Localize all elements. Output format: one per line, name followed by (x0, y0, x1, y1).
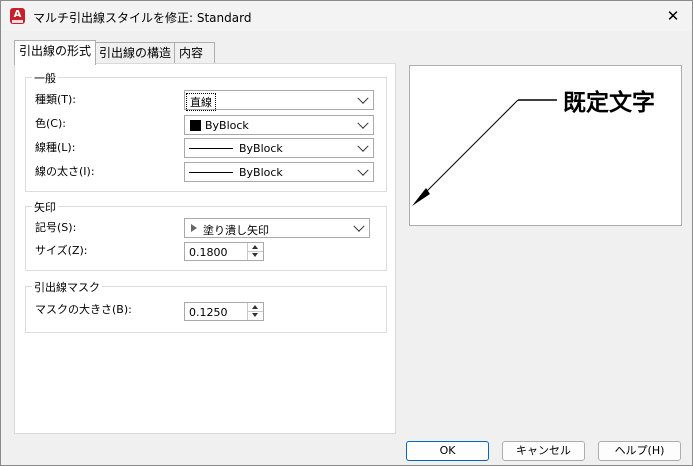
close-icon[interactable]: ✕ (660, 4, 686, 28)
app-icon-letter: A (13, 9, 22, 20)
arrow-size-label: サイズ(Z): (35, 244, 88, 257)
type-label: 種類(T): (35, 93, 77, 106)
spin-up-icon[interactable] (248, 243, 263, 252)
line-sample (189, 172, 233, 173)
chevron-down-icon (357, 117, 369, 129)
dialog-window: A マルチ引出線スタイルを修正: Standard ✕ 引出線の形式 引出線の構… (0, 0, 693, 466)
chevron-down-icon (353, 220, 365, 232)
spin-up-icon[interactable] (248, 303, 263, 312)
arrow-size-value: 0.1800 (189, 246, 228, 259)
preview-drawing: 既定文字 (412, 89, 655, 206)
window-title: マルチ引出線スタイルを修正: Standard (33, 11, 252, 25)
preview-panel: 既定文字 (409, 65, 682, 226)
lineweight-value: ByBlock (239, 166, 283, 179)
arrow-symbol-label: 記号(S): (35, 221, 77, 234)
lineweight-label: 線の太さ(I): (35, 165, 95, 178)
tab-leader-structure[interactable]: 引出線の構造 (94, 42, 177, 64)
title-bar: A マルチ引出線スタイルを修正: Standard ✕ (1, 1, 692, 31)
line-sample (189, 148, 233, 149)
leader-break-group-title: 引出線マスク (32, 279, 102, 295)
linetype-combobox[interactable]: ByBlock (184, 138, 374, 158)
tab-leader-format[interactable]: 引出線の形式 (14, 40, 97, 65)
break-size-value: 0.1250 (189, 306, 228, 319)
arrow-symbol-combobox[interactable]: 塗り潰し矢印 (184, 218, 370, 238)
color-value: ByBlock (205, 119, 249, 132)
ok-button[interactable]: OK (406, 441, 489, 461)
chevron-down-icon (357, 92, 369, 104)
type-value: 直線 (186, 93, 216, 111)
arrowhead-group-title: 矢印 (32, 199, 58, 215)
type-combobox[interactable]: 直線 (184, 90, 374, 111)
chevron-down-icon (357, 164, 369, 176)
general-group: 一般 種類(T): 直線 色(C): ByBlock 線種(L): ByBloc… (25, 70, 387, 192)
arrow-size-spinner[interactable]: 0.1800 (184, 242, 264, 261)
break-size-spinner[interactable]: 0.1250 (184, 302, 264, 321)
arrow-triangle-icon (191, 224, 197, 232)
chevron-down-icon (357, 140, 369, 152)
spin-down-icon[interactable] (248, 312, 263, 320)
spin-down-icon[interactable] (248, 252, 263, 260)
spinner-buttons (247, 303, 263, 320)
linetype-value: ByBlock (239, 142, 283, 155)
tab-panel: 一般 種類(T): 直線 色(C): ByBlock 線種(L): ByBloc… (14, 63, 396, 434)
general-group-title: 一般 (32, 70, 58, 86)
cancel-button[interactable]: キャンセル (502, 441, 585, 461)
app-icon: A (10, 8, 25, 24)
break-size-label: マスクの大きさ(B): (35, 303, 132, 316)
color-swatch (190, 120, 201, 131)
arrow-symbol-value: 塗り潰し矢印 (203, 224, 269, 237)
help-button[interactable]: ヘルプ(H) (598, 441, 681, 461)
tab-content[interactable]: 内容 (174, 42, 215, 64)
color-label: 色(C): (35, 117, 66, 130)
arrowhead-group: 矢印 記号(S): 塗り潰し矢印 サイズ(Z): 0.1800 (25, 199, 387, 271)
linetype-label: 線種(L): (35, 141, 76, 154)
preview-text: 既定文字 (563, 89, 655, 116)
spinner-buttons (247, 243, 263, 260)
color-combobox[interactable]: ByBlock (184, 115, 374, 135)
lineweight-combobox[interactable]: ByBlock (184, 162, 374, 182)
leader-break-group: 引出線マスク マスクの大きさ(B): 0.1250 (25, 279, 387, 333)
